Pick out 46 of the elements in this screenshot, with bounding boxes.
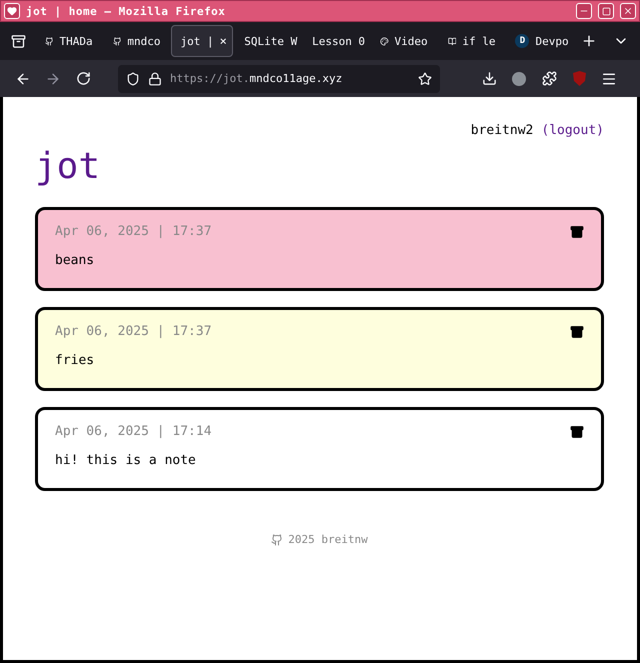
archive-icon[interactable] — [570, 224, 584, 238]
address-bar[interactable]: https://jot.mndco11age.xyz — [118, 64, 440, 92]
shield-icon — [126, 72, 140, 86]
footer-text: 2025 breitnw — [288, 533, 368, 546]
palette-icon — [380, 34, 389, 48]
note-text: fries — [55, 353, 96, 368]
note-date: Apr 06, 2025 | 17:14 — [55, 424, 212, 439]
tray-icon — [11, 34, 26, 48]
username: breitnw2 — [470, 123, 534, 138]
shield-icon — [572, 71, 586, 86]
browser-tab[interactable]: mndco — [104, 25, 170, 57]
note-text: hi! this is a note — [55, 453, 197, 468]
note-text: beans — [55, 253, 96, 268]
github-icon — [112, 34, 122, 48]
browser-tab[interactable]: Lesson 0 — [303, 25, 369, 57]
archive-icon[interactable] — [570, 324, 584, 338]
browser-tab[interactable]: THADa — [36, 25, 102, 57]
site-icon: D — [515, 34, 530, 48]
window-menu-button[interactable] — [4, 3, 20, 19]
browser-tab[interactable]: D Devpo — [506, 25, 572, 57]
minimize-button[interactable] — [576, 3, 592, 19]
avatar-icon — [512, 72, 526, 86]
close-button[interactable] — [620, 3, 636, 19]
logout-link[interactable]: (logout) — [541, 123, 604, 138]
reload-icon — [76, 71, 90, 86]
browser-tab[interactable]: SQLite W — [235, 25, 302, 57]
browser-tab[interactable]: if le — [438, 25, 504, 57]
menu-icon — [601, 70, 617, 86]
bookmark-star-icon[interactable] — [418, 72, 432, 86]
browser-tab[interactable]: Video — [370, 25, 437, 57]
github-icon — [44, 34, 54, 48]
archive-icon[interactable] — [570, 424, 584, 438]
download-icon — [482, 71, 496, 86]
close-tab-button[interactable]: × — [220, 34, 227, 48]
window-title: jot | home — Mozilla Firefox — [26, 4, 226, 18]
note-date: Apr 06, 2025 | 17:37 — [55, 224, 212, 239]
github-icon[interactable] — [271, 534, 284, 546]
heart-icon — [7, 6, 17, 16]
lock-icon — [148, 72, 162, 86]
close-icon — [623, 6, 633, 16]
puzzle-icon — [542, 71, 556, 86]
maximize-button[interactable] — [598, 3, 614, 19]
maximize-icon — [602, 6, 610, 16]
page-title: jot — [35, 146, 102, 187]
browser-tab[interactable]: jot | × — [171, 25, 234, 57]
note-date: Apr 06, 2025 | 17:37 — [55, 324, 212, 339]
